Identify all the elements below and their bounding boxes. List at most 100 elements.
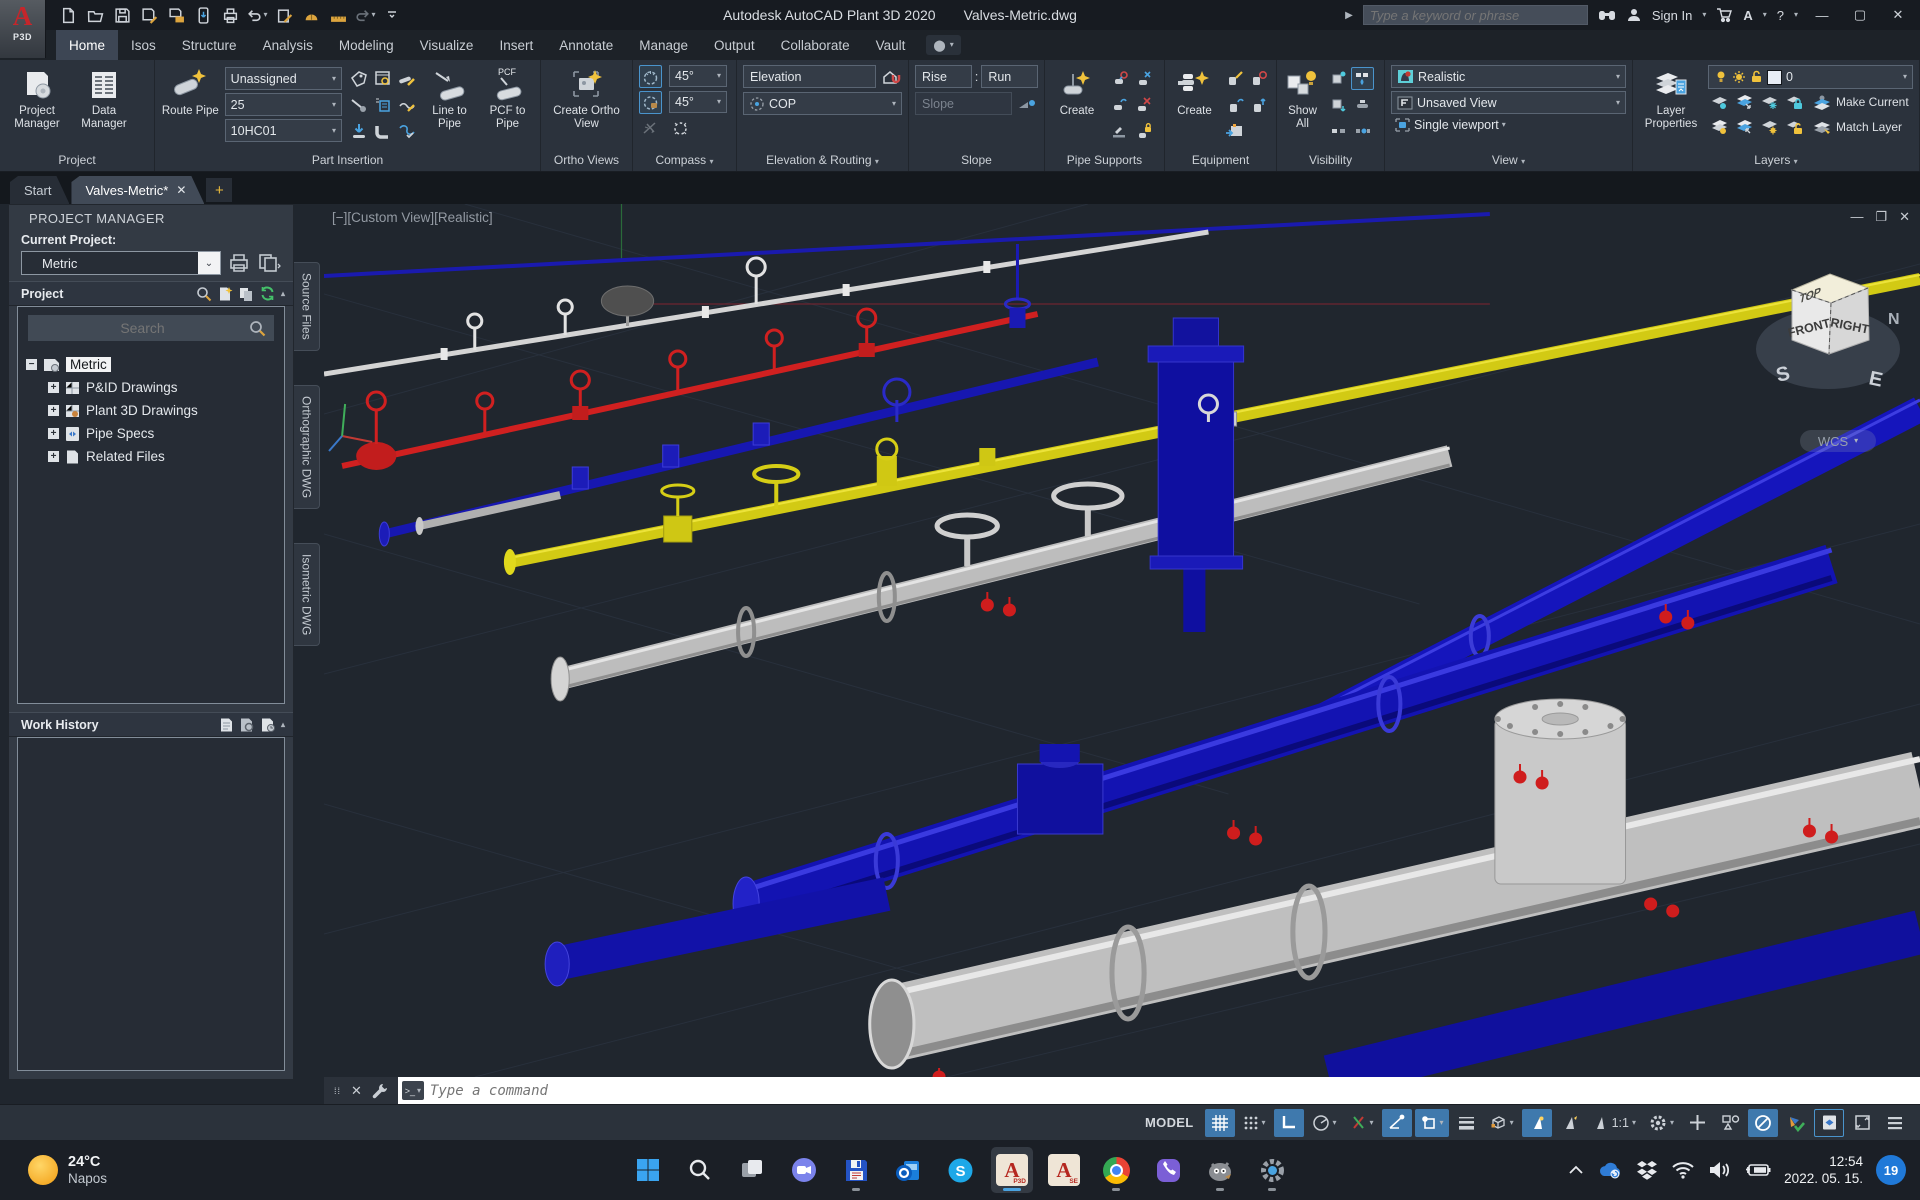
tree-node-pid-drawings[interactable]: + P&ID Drawings xyxy=(22,376,280,399)
object-snap-tracking-button[interactable] xyxy=(1382,1109,1412,1137)
side-tab-orthographic-dwg[interactable]: Orthographic DWG xyxy=(294,385,320,509)
layer-freeze-button[interactable] xyxy=(1758,91,1781,114)
open-file-button[interactable] xyxy=(83,3,107,27)
tab-manage[interactable]: Manage xyxy=(626,30,701,60)
save-to-web-mobile-button[interactable] xyxy=(191,3,215,27)
create-ortho-view-button[interactable]: Create Ortho View xyxy=(548,65,626,132)
search-button[interactable] xyxy=(679,1147,721,1193)
annotation-scale-button[interactable]: 1:1▾ xyxy=(1588,1109,1641,1137)
plant-project-update-button[interactable] xyxy=(1781,1109,1811,1137)
save-as-button[interactable] xyxy=(137,3,161,27)
panel-label-compass[interactable]: Compass ▾ xyxy=(633,152,736,171)
autocad-plant3d-button[interactable]: AP3D xyxy=(991,1147,1033,1193)
help-caret-icon[interactable]: ▾ xyxy=(1794,11,1798,19)
tree-node-related-files[interactable]: + Related Files xyxy=(22,445,280,468)
collapse-project-icon[interactable]: ▴ xyxy=(281,290,285,298)
spec-dropdown[interactable]: Unassigned▾ xyxy=(225,67,342,90)
work-history-log-icon[interactable] xyxy=(260,717,276,733)
viewport-close-icon[interactable]: ✕ xyxy=(1899,209,1910,225)
compass-angle-bottom-dropdown[interactable]: 45°▾ xyxy=(669,91,727,113)
isolate-objects-button[interactable] xyxy=(1715,1109,1745,1137)
collapse-work-history-icon[interactable]: ▴ xyxy=(281,721,285,729)
object-snap-button[interactable]: ▾ xyxy=(1415,1109,1449,1137)
drawing-viewport[interactable]: [−][Custom View][Realistic] — ❐ ✕ S E N … xyxy=(324,204,1920,1104)
tab-collaborate[interactable]: Collaborate xyxy=(768,30,863,60)
expand-node-icon[interactable]: + xyxy=(48,405,59,416)
annotation-visibility-button[interactable] xyxy=(1522,1109,1552,1137)
hide-selected-button[interactable] xyxy=(1327,67,1350,90)
command-input[interactable] xyxy=(430,1083,1916,1099)
polar-tracking-button[interactable]: ▾ xyxy=(1307,1109,1342,1137)
tree-node-metric[interactable]: − Metric xyxy=(22,353,280,376)
panel-label-view[interactable]: View ▾ xyxy=(1385,152,1632,171)
isometric-drafting-button[interactable]: ▾ xyxy=(1345,1109,1379,1137)
pipe-edit-button[interactable] xyxy=(395,67,418,90)
pipe-drop-button[interactable] xyxy=(347,119,370,142)
compass-angle-top-dropdown[interactable]: 45°▾ xyxy=(669,65,727,87)
viewport-style-menu[interactable]: [Realistic] xyxy=(434,210,493,225)
command-close-icon[interactable]: ✕ xyxy=(351,1083,362,1099)
elevation-lock-icon[interactable] xyxy=(879,65,902,88)
battery-icon[interactable] xyxy=(1745,1162,1771,1178)
notification-count-badge[interactable]: 19 xyxy=(1876,1155,1906,1185)
command-grip-handle[interactable]: ⁞⁞ xyxy=(334,1086,341,1096)
tree-node-plant3d-drawings[interactable]: + Plant 3D Drawings xyxy=(22,399,280,422)
skype-button[interactable]: S xyxy=(939,1147,981,1193)
sign-in-caret-icon[interactable]: ▾ xyxy=(1702,11,1706,19)
pipe-elbow-button[interactable] xyxy=(371,119,394,142)
support-no-break-button[interactable] xyxy=(1132,93,1155,116)
task-view-button[interactable] xyxy=(731,1147,773,1193)
compass-off-button[interactable] xyxy=(639,117,662,140)
slope-input[interactable]: Slope xyxy=(915,92,1012,115)
autocad-button[interactable]: ASE xyxy=(1043,1147,1085,1193)
viewport-minimize-icon[interactable]: — xyxy=(1850,209,1863,225)
viewport-menu[interactable]: [−] xyxy=(332,210,347,225)
named-view-dropdown[interactable]: Unsaved View▾ xyxy=(1391,91,1626,114)
panel-label-elevation-routing[interactable]: Elevation & Routing ▾ xyxy=(737,152,908,171)
support-edit-button[interactable] xyxy=(1108,93,1131,116)
create-equipment-button[interactable]: Create xyxy=(1171,65,1218,119)
volume-icon[interactable] xyxy=(1708,1161,1732,1179)
sheet-set-manager-button[interactable] xyxy=(299,3,323,27)
print-project-icon[interactable] xyxy=(227,252,251,274)
toggle-slope-button[interactable] xyxy=(347,93,370,116)
project-manager-button[interactable]: Project Manager xyxy=(6,65,68,132)
support-lock-button[interactable] xyxy=(1132,119,1155,142)
support-attach-button[interactable] xyxy=(1108,67,1131,90)
tab-modeling[interactable]: Modeling xyxy=(326,30,407,60)
new-file-button[interactable] xyxy=(56,3,80,27)
panel-label-layers[interactable]: Layers ▾ xyxy=(1633,152,1919,171)
hide-equipment-button[interactable] xyxy=(1327,119,1350,142)
command-wrench-icon[interactable] xyxy=(372,1083,388,1099)
dropbox-icon[interactable] xyxy=(1636,1160,1658,1180)
support-detach-button[interactable] xyxy=(1132,67,1155,90)
convert-to-equipment-button[interactable] xyxy=(1223,119,1246,142)
workspace-switching-button[interactable]: ▾ xyxy=(1644,1109,1679,1137)
search-input[interactable] xyxy=(1370,8,1581,23)
graphics-performance-button[interactable] xyxy=(1748,1109,1778,1137)
collapse-node-icon[interactable]: − xyxy=(26,359,37,370)
layer-dropdown[interactable]: 0▾ xyxy=(1708,65,1913,89)
hidden-icons-chevron[interactable] xyxy=(1568,1165,1584,1175)
assign-tag-button[interactable] xyxy=(347,67,370,90)
layer-unlock-button[interactable] xyxy=(1783,116,1806,139)
onedrive-icon[interactable] xyxy=(1597,1161,1623,1179)
insert-component-list-button[interactable] xyxy=(371,93,394,116)
tab-analysis[interactable]: Analysis xyxy=(250,30,326,60)
autodesk-app-icon[interactable]: A xyxy=(1743,8,1752,23)
customize-qat-button[interactable] xyxy=(380,3,404,27)
chrome-button[interactable] xyxy=(1095,1147,1137,1193)
grid-display-button[interactable] xyxy=(1205,1109,1235,1137)
copy-drawing-icon[interactable] xyxy=(238,286,254,302)
tab-start[interactable]: Start xyxy=(10,176,69,204)
side-tab-isometric-dwg[interactable]: Isometric DWG xyxy=(294,543,320,646)
tab-annotate[interactable]: Annotate xyxy=(546,30,626,60)
teams-chat-button[interactable] xyxy=(783,1147,825,1193)
expand-node-icon[interactable]: + xyxy=(48,428,59,439)
weld-check-button[interactable] xyxy=(395,119,418,142)
taskbar-clock[interactable]: 12:54 2022. 05. 15. xyxy=(1784,1153,1863,1187)
snap-mode-button[interactable]: ▾ xyxy=(1238,1109,1271,1137)
route-pipe-button[interactable]: Route Pipe xyxy=(161,65,220,119)
drawing-recovery-button[interactable] xyxy=(272,3,296,27)
project-section-header[interactable]: Project ▴ xyxy=(9,281,293,306)
